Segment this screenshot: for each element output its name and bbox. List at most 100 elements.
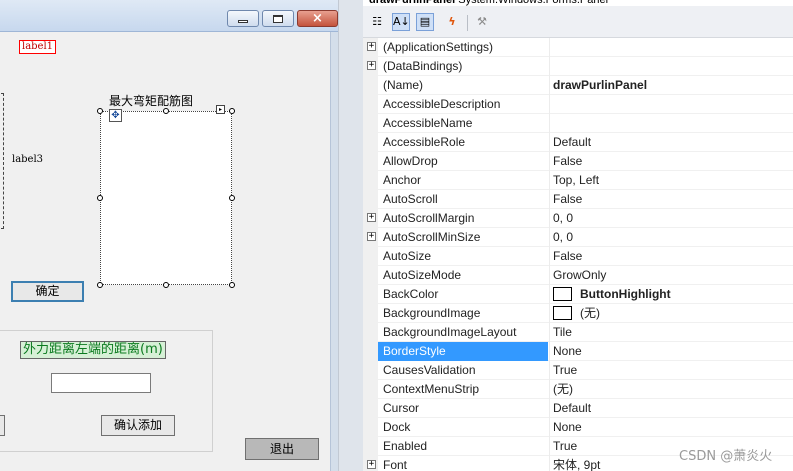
- property-name[interactable]: Font: [378, 456, 548, 471]
- move-handle-icon[interactable]: ✥: [109, 109, 122, 122]
- resize-handle[interactable]: [229, 195, 235, 201]
- confirm-button[interactable]: 确定: [11, 281, 84, 302]
- property-value[interactable]: 0, 0: [549, 209, 793, 228]
- categorized-icon[interactable]: ☷: [368, 13, 386, 31]
- property-value[interactable]: True: [549, 361, 793, 380]
- minimize-button[interactable]: [227, 10, 259, 27]
- expand-icon[interactable]: +: [367, 61, 376, 70]
- add-button[interactable]: 确认添加: [101, 415, 175, 436]
- close-button[interactable]: ×: [297, 10, 338, 27]
- property-name[interactable]: AccessibleDescription: [378, 95, 548, 114]
- wrench-icon[interactable]: ⚒: [473, 13, 491, 31]
- property-name[interactable]: AutoScroll: [378, 190, 548, 209]
- property-value[interactable]: Tile: [549, 323, 793, 342]
- expand-icon[interactable]: +: [367, 42, 376, 51]
- draw-purlin-panel[interactable]: [100, 111, 232, 285]
- partial-button[interactable]: [0, 415, 5, 436]
- property-name[interactable]: AutoSizeMode: [378, 266, 548, 285]
- property-value[interactable]: [549, 57, 793, 76]
- property-value[interactable]: False: [549, 247, 793, 266]
- property-value[interactable]: [549, 38, 793, 57]
- property-value[interactable]: None: [549, 342, 793, 361]
- property-row[interactable]: Cursor Default: [363, 399, 793, 418]
- property-name[interactable]: AccessibleRole: [378, 133, 548, 152]
- property-value[interactable]: False: [549, 190, 793, 209]
- property-name[interactable]: BackgroundImageLayout: [378, 323, 548, 342]
- property-row[interactable]: AutoSize False: [363, 247, 793, 266]
- left-panel-control[interactable]: [0, 93, 4, 229]
- property-name[interactable]: AllowDrop: [378, 152, 548, 171]
- resize-handle[interactable]: [229, 282, 235, 288]
- property-name[interactable]: Dock: [378, 418, 548, 437]
- property-row[interactable]: + AutoScrollMargin 0, 0: [363, 209, 793, 228]
- expand-icon[interactable]: +: [367, 232, 376, 241]
- property-row[interactable]: ContextMenuStrip (无): [363, 380, 793, 399]
- maximize-button[interactable]: [262, 10, 294, 27]
- exit-button[interactable]: 退出: [245, 438, 319, 460]
- property-row[interactable]: AccessibleRole Default: [363, 133, 793, 152]
- panel-title-label[interactable]: 最大弯矩配筋图: [109, 92, 193, 109]
- pane-splitter[interactable]: [338, 0, 363, 471]
- property-value[interactable]: (无): [549, 380, 793, 399]
- property-value[interactable]: 0, 0: [549, 228, 793, 247]
- property-row[interactable]: + AutoScrollMinSize 0, 0: [363, 228, 793, 247]
- property-row[interactable]: AllowDrop False: [363, 152, 793, 171]
- property-value[interactable]: (无): [549, 304, 793, 323]
- property-row[interactable]: AutoSizeMode GrowOnly: [363, 266, 793, 285]
- events-icon[interactable]: ϟ: [443, 13, 461, 31]
- expand-icon[interactable]: +: [367, 213, 376, 222]
- property-value[interactable]: [549, 95, 793, 114]
- property-row[interactable]: (Name) drawPurlinPanel: [363, 76, 793, 95]
- label1-control[interactable]: label1: [19, 40, 57, 54]
- resize-handle[interactable]: [97, 282, 103, 288]
- property-value[interactable]: False: [549, 152, 793, 171]
- label3-control[interactable]: label3: [12, 154, 43, 165]
- property-name[interactable]: CausesValidation: [378, 361, 548, 380]
- property-value[interactable]: Default: [549, 399, 793, 418]
- property-row[interactable]: AutoScroll False: [363, 190, 793, 209]
- property-name[interactable]: AutoSize: [378, 247, 548, 266]
- resize-handle[interactable]: [97, 108, 103, 114]
- alphabetical-icon[interactable]: A↓: [392, 13, 410, 31]
- property-name[interactable]: AccessibleName: [378, 114, 548, 133]
- property-name[interactable]: Cursor: [378, 399, 548, 418]
- property-name[interactable]: Enabled: [378, 437, 548, 456]
- property-value[interactable]: Top, Left: [549, 171, 793, 190]
- property-name[interactable]: ContextMenuStrip: [378, 380, 548, 399]
- property-value[interactable]: drawPurlinPanel: [549, 76, 793, 95]
- resize-handle[interactable]: [163, 108, 169, 114]
- property-row[interactable]: Anchor Top, Left: [363, 171, 793, 190]
- property-name[interactable]: (DataBindings): [378, 57, 548, 76]
- property-row[interactable]: + (DataBindings): [363, 57, 793, 76]
- property-name[interactable]: Anchor: [378, 171, 548, 190]
- property-value[interactable]: Default: [549, 133, 793, 152]
- property-value[interactable]: GrowOnly: [549, 266, 793, 285]
- property-name[interactable]: AutoScrollMargin: [378, 209, 548, 228]
- property-row[interactable]: CausesValidation True: [363, 361, 793, 380]
- property-row[interactable]: Dock None: [363, 418, 793, 437]
- resize-handle[interactable]: [97, 195, 103, 201]
- smart-tag-icon[interactable]: ▸: [216, 105, 225, 114]
- property-value[interactable]: [549, 114, 793, 133]
- resize-handle[interactable]: [163, 282, 169, 288]
- property-name[interactable]: (ApplicationSettings): [378, 38, 548, 57]
- property-row[interactable]: + (ApplicationSettings): [363, 38, 793, 57]
- expand-icon[interactable]: +: [367, 460, 376, 469]
- properties-icon[interactable]: ▤: [416, 13, 434, 31]
- distance-label[interactable]: 外力距离左端的距离(m): [20, 341, 166, 359]
- property-value[interactable]: None: [549, 418, 793, 437]
- property-row[interactable]: AccessibleDescription: [363, 95, 793, 114]
- resize-handle[interactable]: [229, 108, 235, 114]
- property-value[interactable]: ButtonHighlight: [549, 285, 793, 304]
- property-row[interactable]: AccessibleName: [363, 114, 793, 133]
- property-name[interactable]: AutoScrollMinSize: [378, 228, 548, 247]
- property-row[interactable]: BackgroundImageLayout Tile: [363, 323, 793, 342]
- distance-input[interactable]: [51, 373, 151, 393]
- property-name[interactable]: BackgroundImage: [378, 304, 548, 323]
- property-name[interactable]: BackColor: [378, 285, 548, 304]
- property-row[interactable]: BackgroundImage (无): [363, 304, 793, 323]
- property-row[interactable]: BorderStyle None: [363, 342, 793, 361]
- property-name[interactable]: BorderStyle: [378, 342, 548, 361]
- property-name[interactable]: (Name): [378, 76, 548, 95]
- property-row[interactable]: BackColor ButtonHighlight: [363, 285, 793, 304]
